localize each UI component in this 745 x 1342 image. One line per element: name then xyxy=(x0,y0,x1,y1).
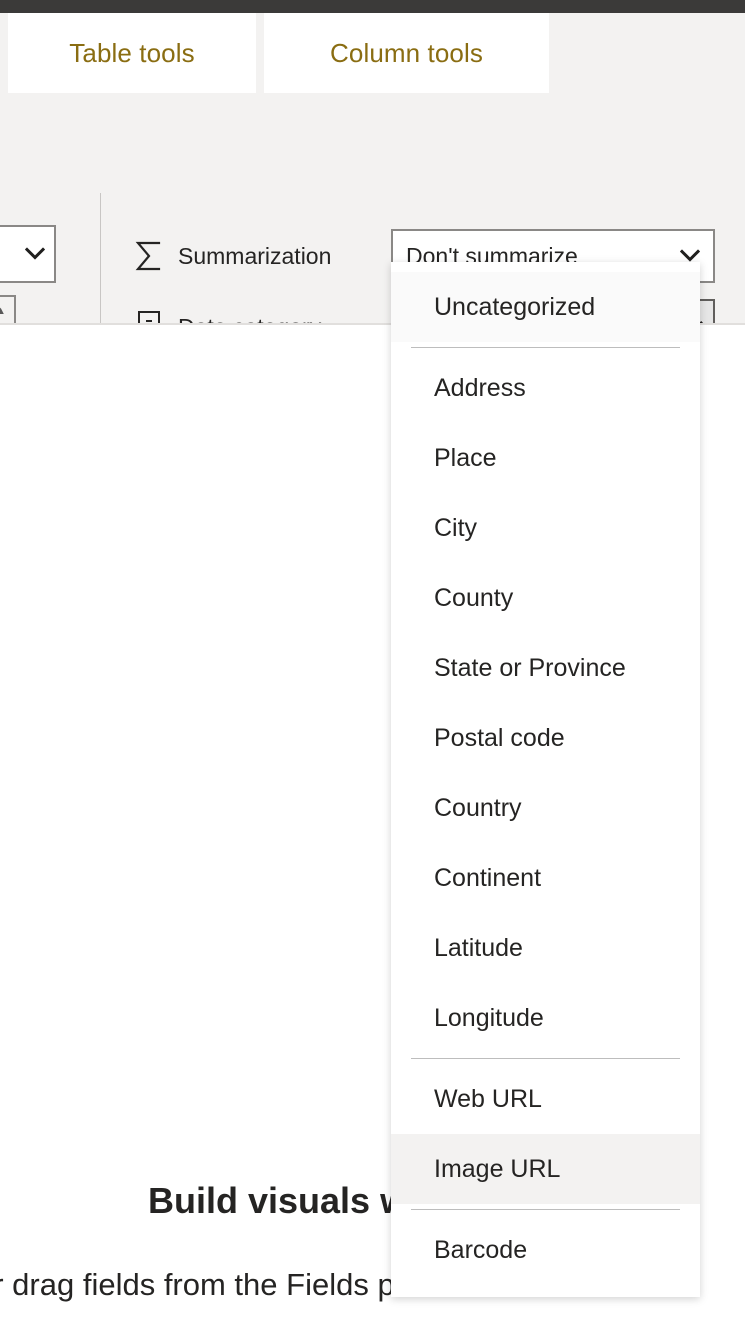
power-bi-window: Table tools Column tools ▲ ▼ xyxy=(0,0,745,1342)
dropdown-item[interactable]: Barcode xyxy=(391,1215,700,1285)
dropdown-separator xyxy=(411,1058,680,1059)
dropdown-separator xyxy=(411,1209,680,1210)
dropdown-item[interactable]: Postal code xyxy=(391,703,700,773)
chevron-down-icon xyxy=(25,247,45,261)
dropdown-item-label: Place xyxy=(434,443,497,472)
dropdown-item-label: Barcode xyxy=(434,1235,528,1264)
dropdown-separator xyxy=(411,347,680,348)
dropdown-item[interactable]: State or Province xyxy=(391,633,700,703)
dropdown-item-label: State or Province xyxy=(434,653,626,682)
dropdown-item[interactable]: Uncategorized xyxy=(391,272,700,342)
dropdown-item-label: Country xyxy=(434,793,522,822)
dropdown-item-label: Address xyxy=(434,373,526,402)
ribbon-tab-strip: Table tools Column tools xyxy=(0,13,745,105)
dropdown-item-label: County xyxy=(434,583,514,612)
sigma-icon xyxy=(132,239,166,273)
tab-column-tools[interactable]: Column tools xyxy=(264,13,549,93)
tab-column-tools-label: Column tools xyxy=(330,37,483,68)
dropdown-item[interactable]: Continent xyxy=(391,843,700,913)
dropdown-item[interactable]: Longitude xyxy=(391,983,700,1053)
summarization-label: Summarization xyxy=(178,242,332,269)
spinner-up-icon[interactable]: ▲ xyxy=(0,306,6,317)
chevron-down-icon[interactable] xyxy=(680,249,700,263)
dropdown-item-label: Uncategorized xyxy=(434,292,596,321)
dropdown-item[interactable]: County xyxy=(391,563,700,633)
summarization-row: Summarization xyxy=(132,228,331,284)
dropdown-item[interactable]: City xyxy=(391,493,700,563)
window-title-bar xyxy=(0,0,745,13)
partial-combobox-left[interactable] xyxy=(0,225,56,283)
dropdown-item-label: Latitude xyxy=(434,933,523,962)
dropdown-item-label: Longitude xyxy=(434,1003,544,1032)
dropdown-item[interactable]: Latitude xyxy=(391,913,700,983)
dropdown-item[interactable]: Country xyxy=(391,773,700,843)
dropdown-item[interactable]: Web URL xyxy=(391,1064,700,1134)
dropdown-item-label: Continent xyxy=(434,863,542,892)
dropdown-item-label: Web URL xyxy=(434,1084,542,1113)
data-category-dropdown[interactable]: Uncategorized Address Place City County State… xyxy=(391,262,700,1297)
tab-table-tools-label: Table tools xyxy=(69,37,195,68)
dropdown-item-label: City xyxy=(434,513,478,542)
dropdown-item-label: Postal code xyxy=(434,723,565,752)
dropdown-item-label: Image URL xyxy=(434,1154,561,1183)
dropdown-item[interactable]: Place xyxy=(391,423,700,493)
dropdown-item[interactable]: Address xyxy=(391,353,700,423)
tab-table-tools[interactable]: Table tools xyxy=(8,13,256,93)
dropdown-item[interactable]: Image URL xyxy=(391,1134,700,1204)
